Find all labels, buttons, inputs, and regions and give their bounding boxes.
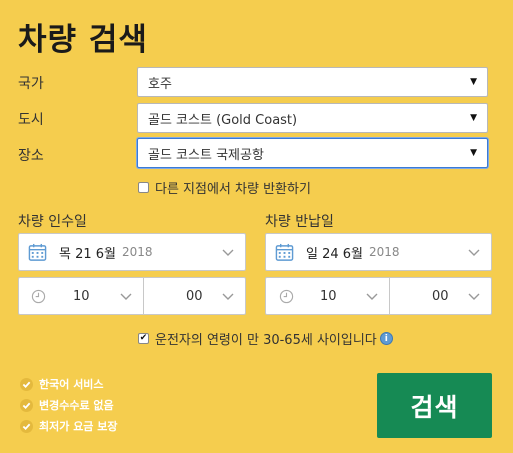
feature-label: 변경수수료 없음	[39, 399, 114, 412]
pickup-hour: 10	[73, 288, 90, 304]
dropoff-hour-select[interactable]: 10	[266, 278, 389, 314]
checkmark-icon	[20, 419, 33, 433]
dropoff-minute: 00	[432, 288, 449, 304]
city-select[interactable]: 골드 코스트 (Gold Coast) ▼	[137, 103, 488, 133]
dropoff-time-picker[interactable]: 10 00	[265, 277, 492, 315]
city-label: 도시	[18, 112, 44, 128]
driver-age-label: 운전자의 연령이 만 30-65세 사이입니다	[155, 333, 377, 348]
pickup-date-picker[interactable]: 목 21 6월 2018	[18, 233, 246, 271]
pickup-time-picker[interactable]: 10 00	[18, 277, 246, 315]
info-icon[interactable]: i	[379, 332, 393, 345]
driver-age-row[interactable]: ✔ 운전자의 연령이 만 30-65세 사이입니다 i	[138, 329, 393, 348]
feature-label: 최저가 요금 보장	[39, 420, 118, 433]
dropoff-year: 2018	[369, 245, 400, 259]
pickup-date: 목 21 6월	[59, 246, 116, 262]
clock-icon	[279, 289, 294, 303]
chevron-down-icon	[120, 293, 132, 300]
clock-icon	[31, 289, 46, 303]
feature-item: 변경수수료 없음	[20, 397, 114, 413]
return-different-checkbox[interactable]	[138, 182, 149, 193]
driver-age-checkbox[interactable]: ✔	[138, 333, 149, 344]
caret-down-icon: ▼	[470, 148, 477, 158]
page-title: 차량 검색	[18, 22, 148, 58]
chevron-down-icon	[366, 293, 378, 300]
country-value: 호주	[148, 76, 172, 92]
chevron-down-icon	[468, 249, 480, 256]
pickup-year: 2018	[122, 245, 153, 259]
chevron-down-icon	[222, 249, 234, 256]
search-button[interactable]: 검색	[377, 373, 492, 438]
dropoff-date-picker[interactable]: 일 24 6월 2018	[265, 233, 492, 271]
dropoff-label: 차량 반납일	[265, 214, 334, 230]
calendar-icon	[275, 243, 294, 261]
feature-label: 한국어 서비스	[39, 378, 104, 391]
pickup-hour-select[interactable]: 10	[19, 278, 143, 314]
calendar-icon	[28, 243, 47, 261]
return-different-label: 다른 지점에서 차량 반환하기	[155, 182, 311, 197]
location-value: 골드 코스트 국제공항	[148, 147, 264, 163]
location-select[interactable]: 골드 코스트 국제공항 ▼	[137, 138, 488, 168]
chevron-down-icon	[222, 293, 234, 300]
caret-down-icon: ▼	[470, 113, 477, 123]
dropoff-minute-select[interactable]: 00	[389, 278, 491, 314]
pickup-minute: 00	[186, 288, 203, 304]
pickup-minute-select[interactable]: 00	[143, 278, 245, 314]
dropoff-date: 일 24 6월	[306, 246, 363, 262]
country-label: 국가	[18, 76, 44, 92]
feature-item: 한국어 서비스	[20, 376, 104, 392]
return-different-row[interactable]: 다른 지점에서 차량 반환하기	[138, 178, 311, 197]
feature-item: 최저가 요금 보장	[20, 418, 118, 434]
checkmark-icon	[20, 377, 33, 391]
pickup-label: 차량 인수일	[18, 214, 87, 230]
dropoff-hour: 10	[320, 288, 337, 304]
caret-down-icon: ▼	[470, 77, 477, 87]
city-value: 골드 코스트 (Gold Coast)	[148, 112, 298, 128]
chevron-down-icon	[468, 293, 480, 300]
location-label: 장소	[18, 148, 44, 164]
country-select[interactable]: 호주 ▼	[137, 67, 488, 97]
checkmark-icon	[20, 398, 33, 412]
